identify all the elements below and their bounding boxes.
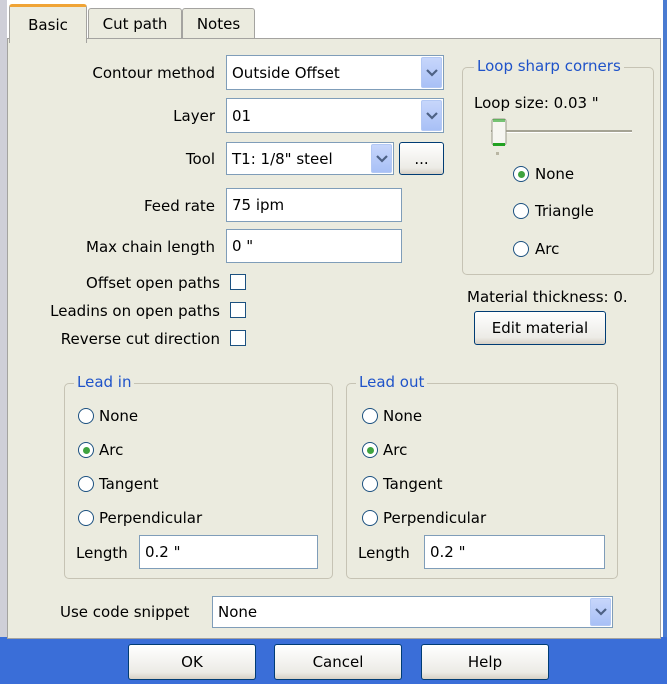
help-label: Help	[467, 653, 503, 671]
reverse-cut-direction-checkbox[interactable]	[230, 330, 246, 346]
max-chain-length-input[interactable]: 0 "	[226, 229, 402, 263]
leadins-open-paths-checkbox[interactable]	[230, 302, 246, 318]
lead-in-none-radio[interactable]	[78, 408, 94, 424]
tab-notes[interactable]: Notes	[182, 8, 255, 39]
lead-out-tangent-radio[interactable]	[362, 476, 378, 492]
lead-in-none-label: None	[99, 407, 139, 425]
layer-value: 01	[232, 106, 252, 125]
chevron-down-icon[interactable]	[421, 100, 442, 131]
lead-out-none-label: None	[383, 407, 423, 425]
tool-label: Tool	[185, 150, 215, 168]
lead-out-title: Lead out	[356, 373, 428, 391]
slider-tick	[496, 152, 499, 155]
tab-notes-label: Notes	[196, 15, 241, 33]
edit-material-label: Edit material	[491, 319, 589, 337]
material-thickness-label: Material thickness: 0.	[467, 288, 628, 306]
tab-basic[interactable]: Basic	[9, 4, 87, 43]
lead-out-length-input[interactable]: 0.2 "	[424, 535, 605, 569]
lead-in-arc-radio[interactable]	[78, 442, 94, 458]
loop-size-slider-track[interactable]	[491, 130, 632, 133]
lead-out-perpendicular-label: Perpendicular	[383, 509, 487, 527]
code-snippet-label: Use code snippet	[60, 603, 190, 621]
cancel-button[interactable]: Cancel	[274, 644, 402, 680]
lead-out-length-label: Length	[358, 544, 410, 562]
chevron-down-icon[interactable]	[590, 598, 611, 626]
leadins-open-paths-label: Leadins on open paths	[50, 302, 220, 320]
tab-cut-path-label: Cut path	[102, 15, 168, 33]
chevron-down-icon[interactable]	[421, 57, 442, 88]
loop-triangle-label: Triangle	[535, 202, 594, 220]
lead-out-none-radio[interactable]	[362, 408, 378, 424]
loop-triangle-radio[interactable]	[513, 203, 529, 219]
code-snippet-value: None	[218, 603, 258, 621]
max-chain-length-label: Max chain length	[86, 238, 215, 256]
reverse-cut-direction-label: Reverse cut direction	[60, 330, 220, 348]
tool-browse-label: ...	[414, 149, 429, 168]
loop-none-label: None	[535, 165, 575, 183]
loop-arc-label: Arc	[535, 240, 560, 258]
lead-in-arc-label: Arc	[99, 441, 124, 459]
code-snippet-select[interactable]: None	[212, 596, 613, 628]
radio-selected-dot	[366, 446, 374, 454]
edit-material-button[interactable]: Edit material	[474, 311, 606, 345]
ok-button[interactable]: OK	[128, 644, 256, 680]
help-button[interactable]: Help	[421, 644, 549, 680]
lead-in-length-label: Length	[76, 544, 128, 562]
lead-out-perpendicular-radio[interactable]	[362, 510, 378, 526]
cancel-label: Cancel	[312, 653, 364, 671]
layer-label: Layer	[173, 107, 215, 125]
lead-in-perpendicular-radio[interactable]	[78, 510, 94, 526]
ok-label: OK	[181, 653, 203, 671]
radio-selected-dot	[517, 170, 525, 178]
chevron-down-icon[interactable]	[371, 144, 392, 173]
lead-in-tangent-radio[interactable]	[78, 476, 94, 492]
window-right-border	[663, 0, 667, 684]
loop-arc-radio[interactable]	[513, 241, 529, 257]
tool-value: T1: 1/8" steel	[232, 149, 333, 168]
loop-sharp-corners-title: Loop sharp corners	[474, 57, 624, 75]
lead-out-arc-label: Arc	[383, 441, 408, 459]
loop-size-label: Loop size: 0.03 "	[474, 94, 599, 112]
slider-thumb-icon[interactable]	[488, 118, 511, 148]
layer-select[interactable]: 01	[226, 98, 444, 133]
tab-basic-label: Basic	[28, 16, 68, 34]
lead-out-arc-radio[interactable]	[362, 442, 378, 458]
tab-cut-path[interactable]: Cut path	[88, 8, 182, 39]
contour-method-select[interactable]: Outside Offset	[226, 55, 444, 90]
window-left-border	[0, 0, 7, 684]
offset-open-paths-checkbox[interactable]	[230, 274, 246, 290]
lead-in-length-input[interactable]: 0.2 "	[139, 535, 318, 569]
lead-in-perpendicular-label: Perpendicular	[99, 509, 203, 527]
radio-selected-dot	[82, 446, 90, 454]
lead-in-title: Lead in	[74, 373, 135, 391]
feed-rate-label: Feed rate	[143, 197, 215, 215]
contour-method-value: Outside Offset	[232, 63, 340, 82]
offset-open-paths-label: Offset open paths	[86, 274, 220, 292]
tool-browse-button[interactable]: ...	[399, 142, 444, 175]
contour-method-label: Contour method	[92, 64, 215, 82]
lead-out-tangent-label: Tangent	[383, 475, 443, 493]
loop-none-radio[interactable]	[513, 166, 529, 182]
tool-select[interactable]: T1: 1/8" steel	[226, 142, 394, 175]
feed-rate-input[interactable]: 75 ipm	[226, 188, 402, 222]
lead-in-tangent-label: Tangent	[99, 475, 159, 493]
